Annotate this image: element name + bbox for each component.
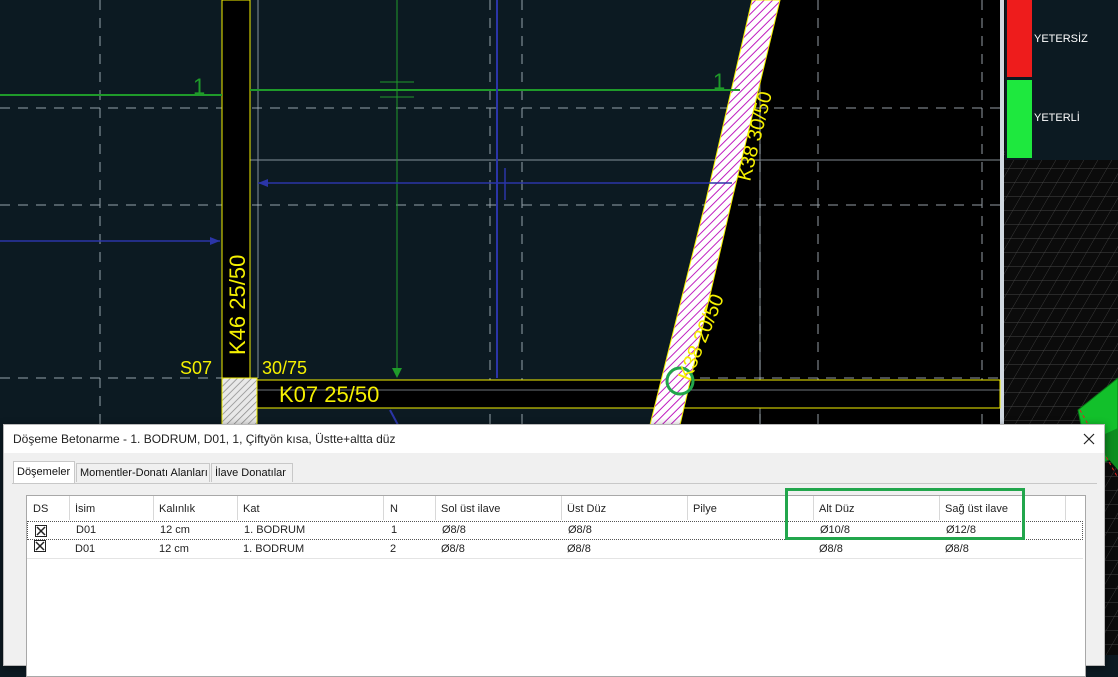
cell-kat: 1. BODRUM [243, 543, 305, 555]
table-row[interactable]: D01 12 cm 1. BODRUM 2 Ø8/8 Ø8/8 Ø8/8 Ø8/… [27, 540, 1083, 559]
cell-ust-duz: Ø8/8 [568, 524, 592, 536]
col-header-pilye[interactable]: Pilye [693, 503, 717, 515]
checkbox-icon[interactable] [35, 525, 47, 537]
cell-sol-ust-ilave: Ø8/8 [441, 543, 465, 555]
legend-label-insufficient: YETERSİZ [1034, 33, 1088, 45]
table-row[interactable]: D01 12 cm 1. BODRUM 1 Ø8/8 Ø8/8 Ø10/8 Ø1… [27, 521, 1083, 540]
col-header-n[interactable]: N [390, 503, 398, 515]
label-k46: K46 25/50 [225, 255, 250, 355]
cell-ust-duz: Ø8/8 [567, 543, 591, 555]
col-header-kat[interactable]: Kat [243, 503, 260, 515]
legend-swatch-sufficient [1007, 80, 1032, 158]
cell-sol-ust-ilave: Ø8/8 [442, 524, 466, 536]
tab-ilave-donatilar[interactable]: İlave Donatılar [211, 463, 293, 482]
legend-label-sufficient: YETERLİ [1034, 112, 1080, 124]
tab-dosemeler[interactable]: Döşemeler [13, 461, 75, 483]
cell-sag-ust-ilave: Ø12/8 [946, 524, 976, 536]
tab-panel-border [12, 483, 1097, 484]
slab-reinforcement-dialog: Döşeme Betonarme - 1. BODRUM, D01, 1, Çi… [3, 424, 1105, 677]
cell-alt-duz: Ø10/8 [820, 524, 850, 536]
color-legend: YETERSİZ YETERLİ [1005, 0, 1118, 160]
col-header-alt-duz[interactable]: Alt Düz [819, 503, 854, 515]
col-header-ds[interactable]: DS [33, 503, 48, 515]
col-header-kalinlik[interactable]: Kalınlık [159, 503, 195, 515]
tab-momentler-donati-alanlari[interactable]: Momentler-Donatı Alanları [76, 463, 210, 482]
cell-kat: 1. BODRUM [244, 524, 306, 536]
checkbox-icon[interactable] [34, 540, 46, 552]
label-s07: S07 [180, 358, 212, 378]
label-column-size: 30/75 [262, 358, 307, 378]
dialog-title-bar[interactable]: Döşeme Betonarme - 1. BODRUM, D01, 1, Çi… [4, 425, 1104, 453]
cell-n: 1 [391, 524, 398, 536]
col-header-sag-ust-ilave[interactable]: Sağ üst ilave [945, 503, 1008, 515]
cell-kalinlik: 12 cm [160, 524, 190, 536]
label-slab-left: 1 [193, 74, 205, 99]
legend-swatch-insufficient [1007, 0, 1032, 77]
cell-kalinlik: 12 cm [159, 543, 189, 555]
table-header: DS İsim Kalınlık Kat N Sol üst ilave Üst… [27, 496, 1083, 520]
label-k07: K07 25/50 [279, 382, 379, 407]
label-slab-right: 1 [713, 69, 725, 94]
close-icon[interactable] [1078, 428, 1100, 450]
slab-table: DS İsim Kalınlık Kat N Sol üst ilave Üst… [26, 495, 1086, 677]
cell-alt-duz: Ø8/8 [819, 543, 843, 555]
col-header-isim[interactable]: İsim [75, 503, 95, 515]
col-header-sol-ust-ilave[interactable]: Sol üst ilave [441, 503, 500, 515]
cell-isim: D01 [76, 524, 97, 536]
cell-n: 2 [390, 543, 397, 555]
col-header-ust-duz[interactable]: Üst Düz [567, 503, 606, 515]
dialog-title: Döşeme Betonarme - 1. BODRUM, D01, 1, Çi… [13, 432, 396, 446]
cell-sag-ust-ilave: Ø8/8 [945, 543, 969, 555]
cell-isim: D01 [75, 543, 96, 555]
